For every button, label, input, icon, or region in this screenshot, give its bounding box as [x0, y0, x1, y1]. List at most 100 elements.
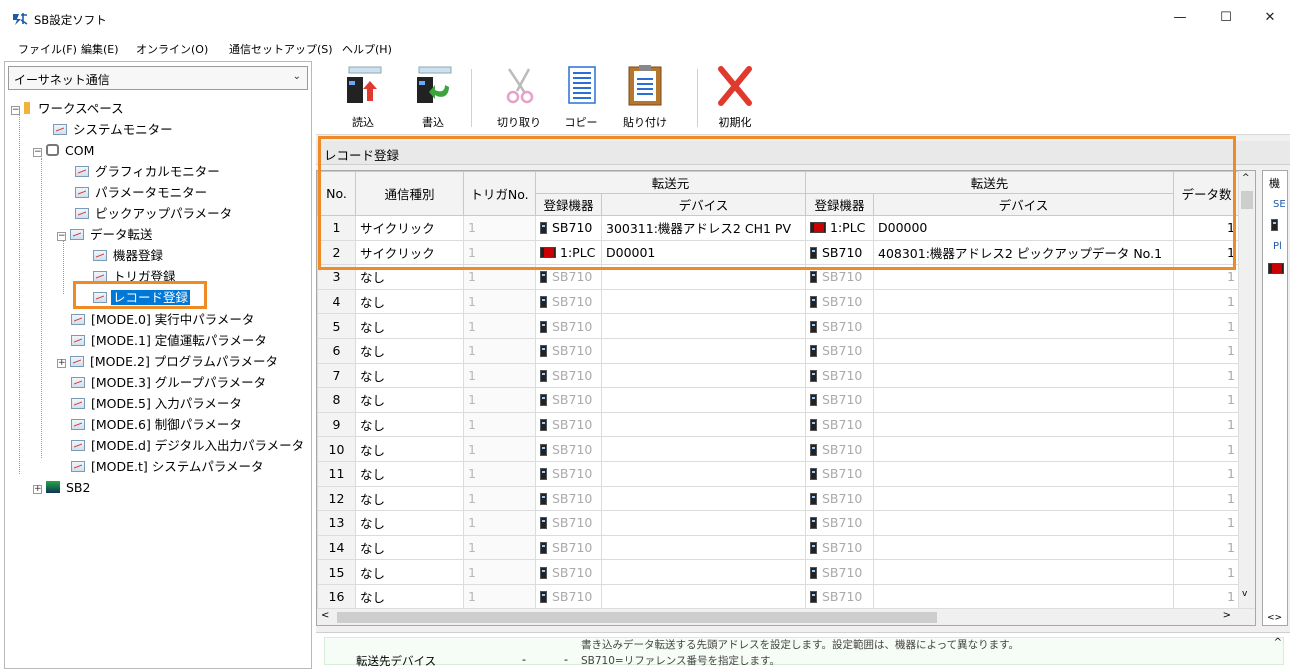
dst-device-cell[interactable]: SB710: [805, 313, 874, 339]
expand-icon[interactable]: +: [33, 485, 42, 494]
data-count-cell[interactable]: 1: [1173, 313, 1240, 339]
src-device-cell[interactable]: SB710: [535, 460, 602, 487]
data-count-cell[interactable]: 1: [1173, 559, 1240, 585]
table-row[interactable]: 16 なし 1 SB710 SB710 1: [317, 583, 1240, 610]
dst-address-cell[interactable]: [873, 436, 1174, 462]
data-count-cell[interactable]: 1: [1173, 337, 1240, 364]
table-row[interactable]: 4 なし 1 SB710 SB710 1: [317, 288, 1240, 315]
src-device-cell[interactable]: SB710: [535, 510, 602, 536]
src-device-cell[interactable]: SB710: [535, 485, 602, 512]
collapse-icon[interactable]: −: [57, 232, 66, 241]
tree-item-mode2[interactable]: + [MODE.2] プログラムパラメータ: [57, 352, 280, 372]
copy-button[interactable]: コピー: [552, 65, 610, 131]
scroll-up-icon[interactable]: ^: [1242, 173, 1250, 183]
comm-type-cell[interactable]: なし: [355, 313, 464, 339]
src-address-cell[interactable]: [601, 559, 806, 585]
dst-address-cell[interactable]: [873, 387, 1174, 413]
dst-device-cell[interactable]: SB710: [805, 485, 874, 512]
tree-item-workspace[interactable]: − ワークスペース: [11, 99, 126, 119]
dst-address-cell[interactable]: [873, 313, 1174, 339]
dst-device-cell[interactable]: SB710: [805, 436, 874, 462]
trigger-cell[interactable]: 1: [463, 583, 536, 610]
dst-device-cell[interactable]: SB710: [805, 510, 874, 536]
src-address-cell[interactable]: [601, 288, 806, 315]
tree-item-device-registration[interactable]: 機器登録: [93, 246, 165, 266]
trigger-cell[interactable]: 1: [463, 387, 536, 413]
src-address-cell[interactable]: [601, 337, 806, 364]
cut-button[interactable]: 切り取り: [490, 65, 548, 131]
dst-device-cell[interactable]: SB710: [805, 583, 874, 610]
dst-device-cell[interactable]: SB710: [805, 337, 874, 364]
src-device-cell[interactable]: SB710: [535, 411, 602, 438]
dst-address-cell[interactable]: [873, 559, 1174, 585]
close-button[interactable]: ✕: [1252, 4, 1288, 32]
data-count-cell[interactable]: 1: [1173, 288, 1240, 315]
scroll-right-icon[interactable]: >: [1223, 610, 1231, 621]
dst-device-cell[interactable]: SB710: [805, 362, 874, 389]
dst-device-cell[interactable]: SB710: [805, 411, 874, 438]
src-address-cell[interactable]: [601, 460, 806, 487]
trigger-cell[interactable]: 1: [463, 534, 536, 561]
menu-online[interactable]: オンライン(O): [136, 41, 208, 57]
read-button[interactable]: 読込: [334, 65, 392, 131]
dst-device-cell[interactable]: SB710: [805, 387, 874, 413]
trigger-cell[interactable]: 1: [463, 559, 536, 585]
table-row[interactable]: 7 なし 1 SB710 SB710 1: [317, 362, 1240, 389]
dst-device-cell[interactable]: SB710: [805, 559, 874, 585]
minimize-button[interactable]: —: [1162, 4, 1198, 32]
tree-item-mode0[interactable]: [MODE.0] 実行中パラメータ: [71, 310, 256, 330]
tree-item-moded[interactable]: [MODE.d] デジタル入出力パラメータ: [71, 436, 306, 456]
connection-type-select[interactable]: イーサネット通信 ⌄: [8, 66, 308, 90]
tree-item-parameter-monitor[interactable]: パラメータモニター: [75, 183, 209, 203]
data-count-cell[interactable]: 1: [1173, 510, 1240, 536]
dst-address-cell[interactable]: [873, 583, 1174, 610]
src-address-cell[interactable]: [601, 313, 806, 339]
data-count-cell[interactable]: 1: [1173, 387, 1240, 413]
src-address-cell[interactable]: [601, 510, 806, 536]
table-row[interactable]: 6 なし 1 SB710 SB710 1: [317, 337, 1240, 364]
tree-item-data-transfer[interactable]: − データ転送: [57, 225, 155, 245]
table-row[interactable]: 11 なし 1 SB710 SB710 1: [317, 460, 1240, 487]
data-count-cell[interactable]: 1: [1173, 534, 1240, 561]
comm-type-cell[interactable]: なし: [355, 362, 464, 389]
tree-item-system-monitor[interactable]: システムモニター: [53, 120, 175, 140]
trigger-cell[interactable]: 1: [463, 460, 536, 487]
comm-type-cell[interactable]: なし: [355, 337, 464, 364]
src-device-cell[interactable]: SB710: [535, 387, 602, 413]
comm-type-cell[interactable]: なし: [355, 288, 464, 315]
menu-file[interactable]: ファイル(F): [18, 41, 77, 57]
trigger-cell[interactable]: 1: [463, 313, 536, 339]
table-row[interactable]: 15 なし 1 SB710 SB710 1: [317, 559, 1240, 585]
tree-item-mode5[interactable]: [MODE.5] 入力パラメータ: [71, 394, 244, 414]
data-count-cell[interactable]: 1: [1173, 583, 1240, 610]
tree-item-modet[interactable]: [MODE.t] システムパラメータ: [71, 457, 266, 477]
horizontal-scrollbar[interactable]: < >: [317, 608, 1255, 625]
dst-address-cell[interactable]: [873, 485, 1174, 512]
menu-help[interactable]: ヘルプ(H): [342, 41, 392, 57]
comm-type-cell[interactable]: なし: [355, 411, 464, 438]
src-device-cell[interactable]: SB710: [535, 337, 602, 364]
dst-address-cell[interactable]: [873, 362, 1174, 389]
tree-item-com[interactable]: − COM: [33, 141, 96, 161]
dst-address-cell[interactable]: [873, 510, 1174, 536]
src-device-cell[interactable]: SB710: [535, 362, 602, 389]
src-device-cell[interactable]: SB710: [535, 288, 602, 315]
side-scroll-icon[interactable]: <>: [1267, 613, 1282, 623]
dst-address-cell[interactable]: [873, 411, 1174, 438]
src-address-cell[interactable]: [601, 583, 806, 610]
trigger-cell[interactable]: 1: [463, 411, 536, 438]
table-row[interactable]: 5 なし 1 SB710 SB710 1: [317, 313, 1240, 339]
comm-type-cell[interactable]: なし: [355, 387, 464, 413]
trigger-cell[interactable]: 1: [463, 362, 536, 389]
maximize-button[interactable]: ☐: [1208, 4, 1244, 32]
comm-type-cell[interactable]: なし: [355, 460, 464, 487]
dst-address-cell[interactable]: [873, 460, 1174, 487]
dst-device-cell[interactable]: SB710: [805, 288, 874, 315]
src-address-cell[interactable]: [601, 436, 806, 462]
src-device-cell[interactable]: SB710: [535, 313, 602, 339]
paste-button[interactable]: 貼り付け: [616, 65, 674, 131]
trigger-cell[interactable]: 1: [463, 485, 536, 512]
data-count-cell[interactable]: 1: [1173, 436, 1240, 462]
comm-type-cell[interactable]: なし: [355, 510, 464, 536]
collapse-icon[interactable]: −: [33, 148, 42, 157]
